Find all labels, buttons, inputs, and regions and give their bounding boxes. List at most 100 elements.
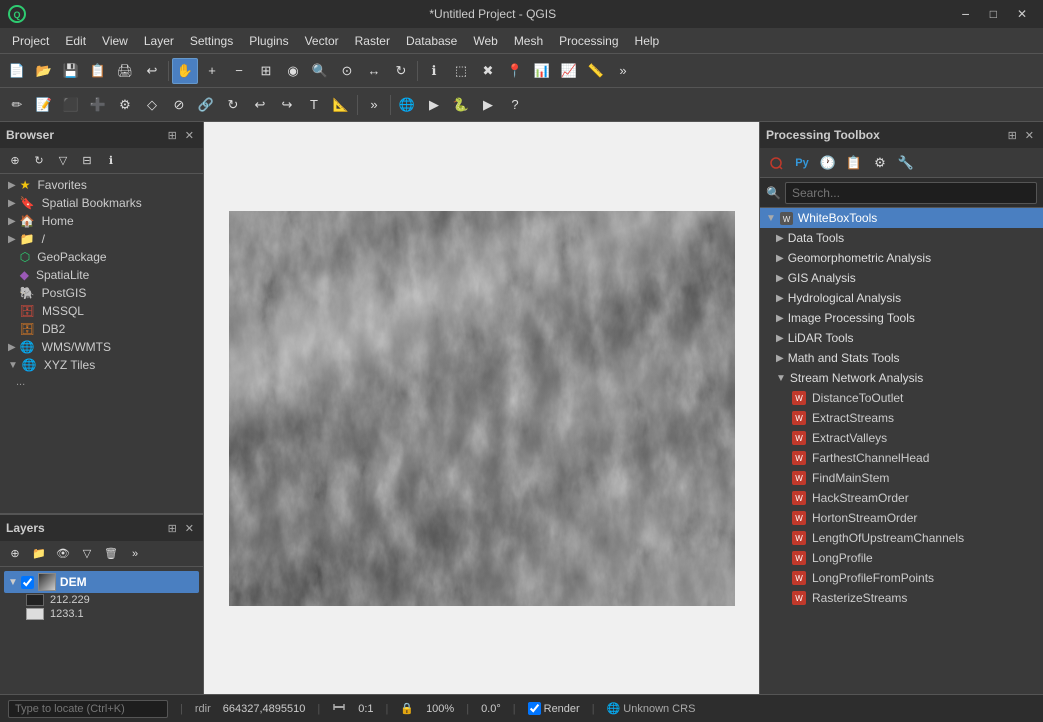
maximize-button[interactable]: □ — [982, 4, 1005, 24]
toolbox-close-button[interactable]: ✕ — [1022, 128, 1037, 143]
zoom-in-button[interactable]: + — [199, 58, 225, 84]
measure-button[interactable]: 📏 — [583, 58, 609, 84]
browser-add-button[interactable]: ⊕ — [4, 150, 26, 172]
open-project-button[interactable]: 📂 — [31, 58, 57, 84]
layer-checkbox-dem[interactable] — [21, 576, 34, 589]
menu-raster[interactable]: Raster — [347, 32, 398, 50]
browser-item-favorites[interactable]: ▶ ★ Favorites — [0, 176, 203, 194]
menu-project[interactable]: Project — [4, 32, 57, 50]
menu-view[interactable]: View — [94, 32, 136, 50]
add-feature-button[interactable]: ➕ — [85, 92, 111, 118]
browser-float-button[interactable]: ⊞ — [165, 128, 180, 143]
browser-item-xyz-sub[interactable]: ... — [0, 374, 203, 390]
tool-item-hack-stream-order[interactable]: W HackStreamOrder — [760, 488, 1043, 508]
redo-edit-button[interactable]: ↪ — [274, 92, 300, 118]
deselect-button[interactable]: ✖ — [475, 58, 501, 84]
save-project-button[interactable]: 💾 — [58, 58, 84, 84]
extensions-button[interactable]: » — [361, 92, 387, 118]
move-feature-button[interactable]: ⚙ — [112, 92, 138, 118]
menu-settings[interactable]: Settings — [182, 32, 241, 50]
tool-item-find-main-stem[interactable]: W FindMainStem — [760, 468, 1043, 488]
refresh-button[interactable]: ↻ — [388, 58, 414, 84]
select-location-button[interactable]: 📍 — [502, 58, 528, 84]
browser-item-wms[interactable]: ▶ 🌐 WMS/WMTS — [0, 338, 203, 356]
new-project-button[interactable]: 📄 — [4, 58, 30, 84]
browser-item-mssql[interactable]: ▶ 🗄 MSSQL — [0, 302, 203, 320]
layers-add-group-button[interactable]: 📁 — [28, 543, 50, 565]
split-button[interactable]: ⊘ — [166, 92, 192, 118]
tool-item-extract-streams[interactable]: W ExtractStreams — [760, 408, 1043, 428]
browser-item-root[interactable]: ▶ 📁 / — [0, 230, 203, 248]
python-button[interactable]: 🐍 — [448, 92, 474, 118]
tool-sub-hydrological[interactable]: ▶ Hydrological Analysis — [760, 288, 1043, 308]
layers-remove-button[interactable]: 🗑 — [100, 543, 122, 565]
layers-float-button[interactable]: ⊞ — [165, 521, 180, 536]
label-button[interactable]: T — [301, 92, 327, 118]
toolbox-python-button[interactable]: Py — [790, 151, 814, 175]
browser-item-bookmarks[interactable]: ▶ 🔖 Spatial Bookmarks — [0, 194, 203, 212]
menu-mesh[interactable]: Mesh — [506, 32, 551, 50]
digitize-button[interactable]: ✏ — [4, 92, 30, 118]
menu-database[interactable]: Database — [398, 32, 465, 50]
zoom-prev-button[interactable]: ⊙ — [334, 58, 360, 84]
menu-web[interactable]: Web — [465, 32, 505, 50]
tool-sub-geomorphometric[interactable]: ▶ Geomorphometric Analysis — [760, 248, 1043, 268]
toolbox-float-button[interactable]: ⊞ — [1005, 128, 1020, 143]
toolbox-search-input[interactable] — [785, 182, 1037, 204]
browser-close-button[interactable]: ✕ — [182, 128, 197, 143]
browser-item-home[interactable]: ▶ 🏠 Home — [0, 212, 203, 230]
tool-sub-data-tools[interactable]: ▶ Data Tools — [760, 228, 1043, 248]
browser-item-xyz[interactable]: ▼ 🌐 XYZ Tiles — [0, 356, 203, 374]
zoom-layer-button[interactable]: ◉ — [280, 58, 306, 84]
tool-item-horton-stream-order[interactable]: W HortonStreamOrder — [760, 508, 1043, 528]
browser-item-db2[interactable]: ▶ 🗄 DB2 — [0, 320, 203, 338]
merge-button[interactable]: 🔗 — [193, 92, 219, 118]
zoom-out-button[interactable]: − — [226, 58, 252, 84]
locate-input[interactable] — [8, 700, 168, 718]
tool-group-whiteboxtools[interactable]: ▼ W WhiteBoxTools — [760, 208, 1043, 228]
pan-button[interactable]: ✋ — [172, 58, 198, 84]
rotate-button[interactable]: ↻ — [220, 92, 246, 118]
select-button[interactable]: ⬚ — [448, 58, 474, 84]
crs-button[interactable]: 🌐 Unknown CRS — [607, 702, 696, 715]
statistics-button[interactable]: 📈 — [556, 58, 582, 84]
zoom-full-button[interactable]: ⊞ — [253, 58, 279, 84]
save-as-button[interactable]: 📋 — [85, 58, 111, 84]
close-button[interactable]: ✕ — [1009, 4, 1035, 24]
print-button[interactable]: 🖨 — [112, 58, 138, 84]
tool-sub-stream-network[interactable]: ▼ Stream Network Analysis — [760, 368, 1043, 388]
identify-button[interactable]: ℹ — [421, 58, 447, 84]
undo-edit-button[interactable]: ↩ — [247, 92, 273, 118]
toolbox-settings-button[interactable]: ⚙ — [868, 151, 892, 175]
tool-item-long-profile[interactable]: W LongProfile — [760, 548, 1043, 568]
menu-edit[interactable]: Edit — [57, 32, 94, 50]
browser-filter-button[interactable]: ▽ — [52, 150, 74, 172]
layer-item-dem[interactable]: ▼ DEM — [4, 571, 199, 593]
select-feature-button[interactable]: ⬛ — [58, 92, 84, 118]
tool-item-long-profile-from-points[interactable]: W LongProfileFromPoints — [760, 568, 1043, 588]
menu-processing[interactable]: Processing — [551, 32, 626, 50]
minimize-button[interactable]: − — [954, 4, 978, 24]
tool-sub-image-processing[interactable]: ▶ Image Processing Tools — [760, 308, 1043, 328]
help-plugin-button[interactable]: ? — [502, 92, 528, 118]
toolbox-history-button[interactable]: 🕐 — [816, 151, 840, 175]
diagram-button[interactable]: 📐 — [328, 92, 354, 118]
layers-add-button[interactable]: ⊕ — [4, 543, 26, 565]
browser-item-postgis[interactable]: ▶ 🐘 PostGIS — [0, 284, 203, 302]
menu-layer[interactable]: Layer — [136, 32, 182, 50]
zoom-selection-button[interactable]: 🔍 — [307, 58, 333, 84]
undo-button[interactable]: ↩ — [139, 58, 165, 84]
map-canvas[interactable] — [229, 211, 735, 606]
layers-more-button[interactable]: » — [124, 543, 146, 565]
layers-filter-button[interactable]: ▽ — [76, 543, 98, 565]
reshape-button[interactable]: ◇ — [139, 92, 165, 118]
python-nav-button[interactable]: ▶ — [475, 92, 501, 118]
menu-help[interactable]: Help — [627, 32, 668, 50]
tool-item-distance-to-outlet[interactable]: W DistanceToOutlet — [760, 388, 1043, 408]
browser-collapse-button[interactable]: ⊟ — [76, 150, 98, 172]
tool-sub-math-stats[interactable]: ▶ Math and Stats Tools — [760, 348, 1043, 368]
map-area[interactable] — [204, 122, 759, 694]
render-checkbox[interactable] — [528, 702, 541, 715]
tool-sub-lidar[interactable]: ▶ LiDAR Tools — [760, 328, 1043, 348]
tool-sub-gis-analysis[interactable]: ▶ GIS Analysis — [760, 268, 1043, 288]
